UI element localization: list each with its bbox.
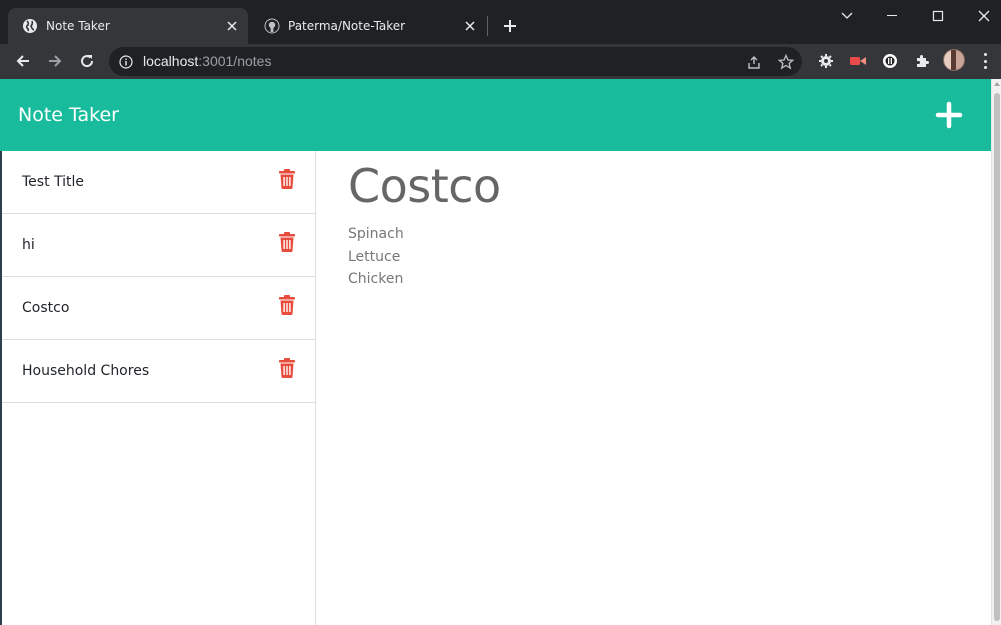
note-list: Test Title hi Costco Household Chores (0, 151, 316, 625)
profile-avatar[interactable] (943, 49, 965, 71)
trash-icon[interactable] (278, 295, 296, 315)
note-list-title: Test Title (22, 174, 85, 190)
tab-separator (487, 16, 488, 36)
scrollbar-thumb[interactable] (994, 93, 1000, 621)
close-tab-icon[interactable] (462, 18, 478, 34)
browser-toolbar: localhost:3001/notes (0, 44, 1001, 79)
record-extension-icon[interactable] (849, 52, 867, 70)
scroll-up-arrow-icon[interactable] (994, 82, 1000, 86)
globe-icon (22, 18, 38, 34)
note-title-input[interactable]: Costco (348, 159, 948, 213)
share-icon[interactable] (745, 53, 763, 71)
tab-search-button[interactable] (824, 0, 870, 32)
back-button[interactable] (11, 49, 35, 73)
note-text-area[interactable]: Spinach Lettuce Chicken (348, 223, 948, 291)
browser-menu-icon[interactable] (977, 53, 993, 69)
note-list-item[interactable]: Test Title (2, 151, 316, 214)
close-tab-icon[interactable] (224, 18, 240, 34)
note-list-item[interactable]: Household Chores (2, 340, 316, 403)
window-close-button[interactable] (961, 0, 1001, 32)
note-editor[interactable]: Costco Spinach Lettuce Chicken (348, 151, 948, 291)
tab-title: Note Taker (46, 19, 110, 33)
new-tab-button[interactable] (498, 14, 522, 38)
note-text-line: Spinach (348, 226, 404, 242)
trash-icon[interactable] (278, 232, 296, 252)
settings-gear-extension-icon[interactable] (817, 52, 835, 70)
minimize-button[interactable] (869, 0, 915, 32)
dev-extension-icon[interactable] (881, 52, 899, 70)
app-brand[interactable]: Note Taker (18, 79, 119, 151)
reload-button[interactable] (75, 49, 99, 73)
address-bar[interactable]: localhost:3001/notes (109, 47, 802, 76)
github-icon (264, 18, 280, 34)
tab-note-taker[interactable]: Note Taker (8, 8, 248, 44)
note-list-item[interactable]: Costco (2, 277, 316, 340)
page-scrollbar[interactable] (991, 79, 1001, 625)
note-list-title: Costco (22, 300, 70, 316)
url-text: localhost:3001/notes (143, 53, 272, 69)
trash-icon[interactable] (278, 358, 296, 378)
note-text-line: Lettuce (348, 248, 401, 265)
extensions-puzzle-icon[interactable] (913, 52, 931, 70)
tab-title: Paterma/Note-Taker (288, 19, 406, 33)
forward-button[interactable] (43, 49, 67, 73)
app-navbar: Note Taker (0, 79, 991, 151)
note-list-title: hi (22, 237, 35, 253)
note-list-item[interactable]: hi (2, 214, 316, 277)
star-icon[interactable] (777, 53, 795, 71)
tab-github[interactable]: Paterma/Note-Taker (250, 8, 486, 44)
note-list-title: Household Chores (22, 363, 150, 379)
trash-icon[interactable] (278, 169, 296, 189)
note-text-line: Chicken (348, 271, 404, 287)
page-viewport: Note Taker Test Title hi Costco Househol… (0, 79, 1001, 625)
tab-strip: Note Taker Paterma/Note-Taker (0, 0, 1001, 44)
maximize-button[interactable] (915, 0, 961, 32)
plus-icon[interactable] (935, 101, 963, 129)
site-info-icon[interactable] (119, 54, 133, 69)
